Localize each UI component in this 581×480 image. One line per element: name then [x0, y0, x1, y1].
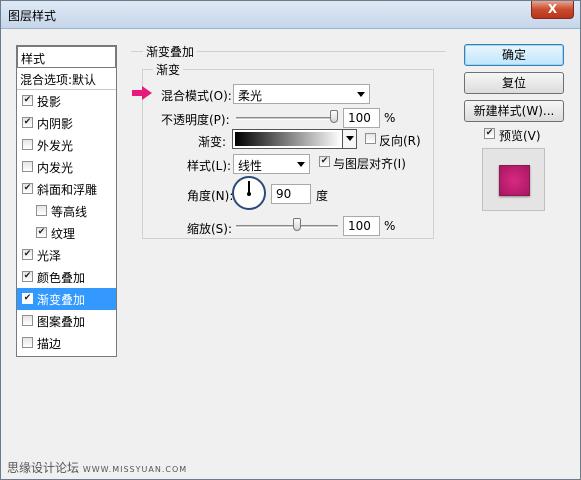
style-item[interactable]: 内阴影	[17, 112, 116, 134]
scale-label: 缩放(S):	[187, 222, 233, 236]
blend-options-item[interactable]: 混合选项:默认	[17, 68, 116, 90]
style-item[interactable]: 纹理	[17, 222, 116, 244]
opacity-slider-thumb[interactable]	[330, 110, 338, 123]
styles-list: 样式 混合选项:默认 投影内阴影外发光内发光斜面和浮雕等高线纹理光泽颜色叠加渐变…	[16, 45, 117, 357]
angle-input[interactable]: 90	[271, 184, 311, 204]
chevron-down-icon	[346, 136, 354, 141]
watermark-url: WWW.MISSYUAN.COM	[82, 465, 188, 474]
scale-input[interactable]: 100	[343, 216, 380, 236]
reverse-label[interactable]: 反向(R)	[379, 132, 421, 149]
style-item[interactable]: 斜面和浮雕	[17, 178, 116, 200]
style-item[interactable]: 颜色叠加	[17, 266, 116, 288]
gradient-dropdown[interactable]	[342, 130, 356, 148]
align-with-layer-checkbox[interactable]	[319, 156, 330, 167]
gradient-group-title: 渐变	[153, 61, 184, 78]
scale-slider-thumb[interactable]	[293, 218, 302, 231]
style-item-label: 渐变叠加	[37, 293, 86, 307]
section-title: 渐变叠加	[143, 43, 198, 60]
style-item-checkbox[interactable]	[22, 293, 33, 304]
opacity-input[interactable]: 100	[343, 108, 380, 128]
style-item-checkbox[interactable]	[22, 271, 33, 282]
style-item[interactable]: 描边	[17, 332, 116, 354]
style-item-label: 纹理	[51, 227, 76, 241]
style-item-checkbox[interactable]	[22, 161, 33, 172]
styles-header[interactable]: 样式	[17, 46, 116, 68]
style-item-checkbox[interactable]	[22, 95, 33, 106]
align-with-layer-label[interactable]: 与图层对齐(I)	[333, 155, 406, 172]
preview-label[interactable]: 预览(V)	[499, 127, 541, 144]
chevron-down-icon	[357, 92, 365, 97]
style-item-checkbox[interactable]	[22, 337, 33, 348]
preview-swatch	[499, 165, 530, 196]
close-button[interactable]: X	[531, 1, 574, 19]
ok-button[interactable]: 确定	[464, 44, 564, 66]
scale-unit: %	[384, 219, 396, 233]
style-item-checkbox[interactable]	[22, 139, 33, 150]
window-title: 图层样式	[8, 9, 57, 23]
gradient-preview	[235, 132, 341, 146]
style-item-label: 斜面和浮雕	[37, 183, 98, 197]
angle-label: 角度(N):	[187, 189, 234, 203]
style-item[interactable]: 等高线	[17, 200, 116, 222]
style-item-label: 投影	[37, 95, 62, 109]
style-item-label: 外发光	[37, 139, 74, 153]
style-item-label: 内阴影	[37, 117, 74, 131]
style-item[interactable]: 内发光	[17, 156, 116, 178]
style-value: 线性	[238, 159, 263, 173]
style-item-label: 颜色叠加	[37, 271, 86, 285]
style-item-checkbox[interactable]	[22, 117, 33, 128]
style-item-checkbox[interactable]	[22, 183, 33, 194]
style-item[interactable]: 光泽	[17, 244, 116, 266]
watermark-cn: 思缘设计论坛	[7, 461, 80, 475]
opacity-label: 不透明度(P):	[161, 113, 230, 127]
style-item[interactable]: 外发光	[17, 134, 116, 156]
blend-mode-label: 混合模式(O):	[161, 89, 232, 103]
style-item[interactable]: 图案叠加	[17, 310, 116, 332]
opacity-slider-track[interactable]	[236, 117, 338, 120]
layer-style-dialog: 图层样式 X 样式 混合选项:默认 投影内阴影外发光内发光斜面和浮雕等高线纹理光…	[0, 0, 581, 480]
style-item-label: 图案叠加	[37, 315, 86, 329]
reverse-checkbox[interactable]	[365, 133, 376, 144]
style-item-label: 内发光	[37, 161, 74, 175]
style-item-checkbox[interactable]	[36, 205, 47, 216]
blend-mode-value: 柔光	[238, 89, 263, 103]
gradient-label: 渐变:	[198, 135, 227, 149]
angle-dial[interactable]	[232, 176, 266, 210]
style-select[interactable]: 线性	[233, 154, 310, 174]
reset-button[interactable]: 复位	[464, 72, 564, 94]
style-item[interactable]: 渐变叠加	[17, 288, 116, 310]
pointer-arrow-icon	[132, 86, 152, 100]
gradient-picker[interactable]	[232, 129, 357, 149]
style-item[interactable]: 投影	[17, 90, 116, 112]
chevron-down-icon	[297, 162, 305, 167]
style-item-label: 等高线	[51, 205, 88, 219]
blend-mode-select[interactable]: 柔光	[233, 84, 370, 104]
preview-checkbox[interactable]	[484, 128, 495, 139]
style-item-label: 光泽	[37, 249, 62, 263]
new-style-button[interactable]: 新建样式(W)...	[464, 100, 564, 122]
style-preview	[482, 148, 545, 211]
style-item-label: 描边	[37, 337, 62, 351]
style-label: 样式(L):	[187, 159, 232, 173]
angle-dial-center	[247, 192, 251, 196]
watermark: 思缘设计论坛 WWW.MISSYUAN.COM	[7, 459, 187, 476]
style-item-checkbox[interactable]	[22, 249, 33, 260]
style-item-checkbox[interactable]	[36, 227, 47, 238]
title-bar: 图层样式 X	[1, 1, 580, 29]
opacity-unit: %	[384, 111, 396, 125]
style-item-checkbox[interactable]	[22, 315, 33, 326]
angle-unit: 度	[316, 189, 329, 203]
scale-slider-track[interactable]	[236, 225, 338, 228]
